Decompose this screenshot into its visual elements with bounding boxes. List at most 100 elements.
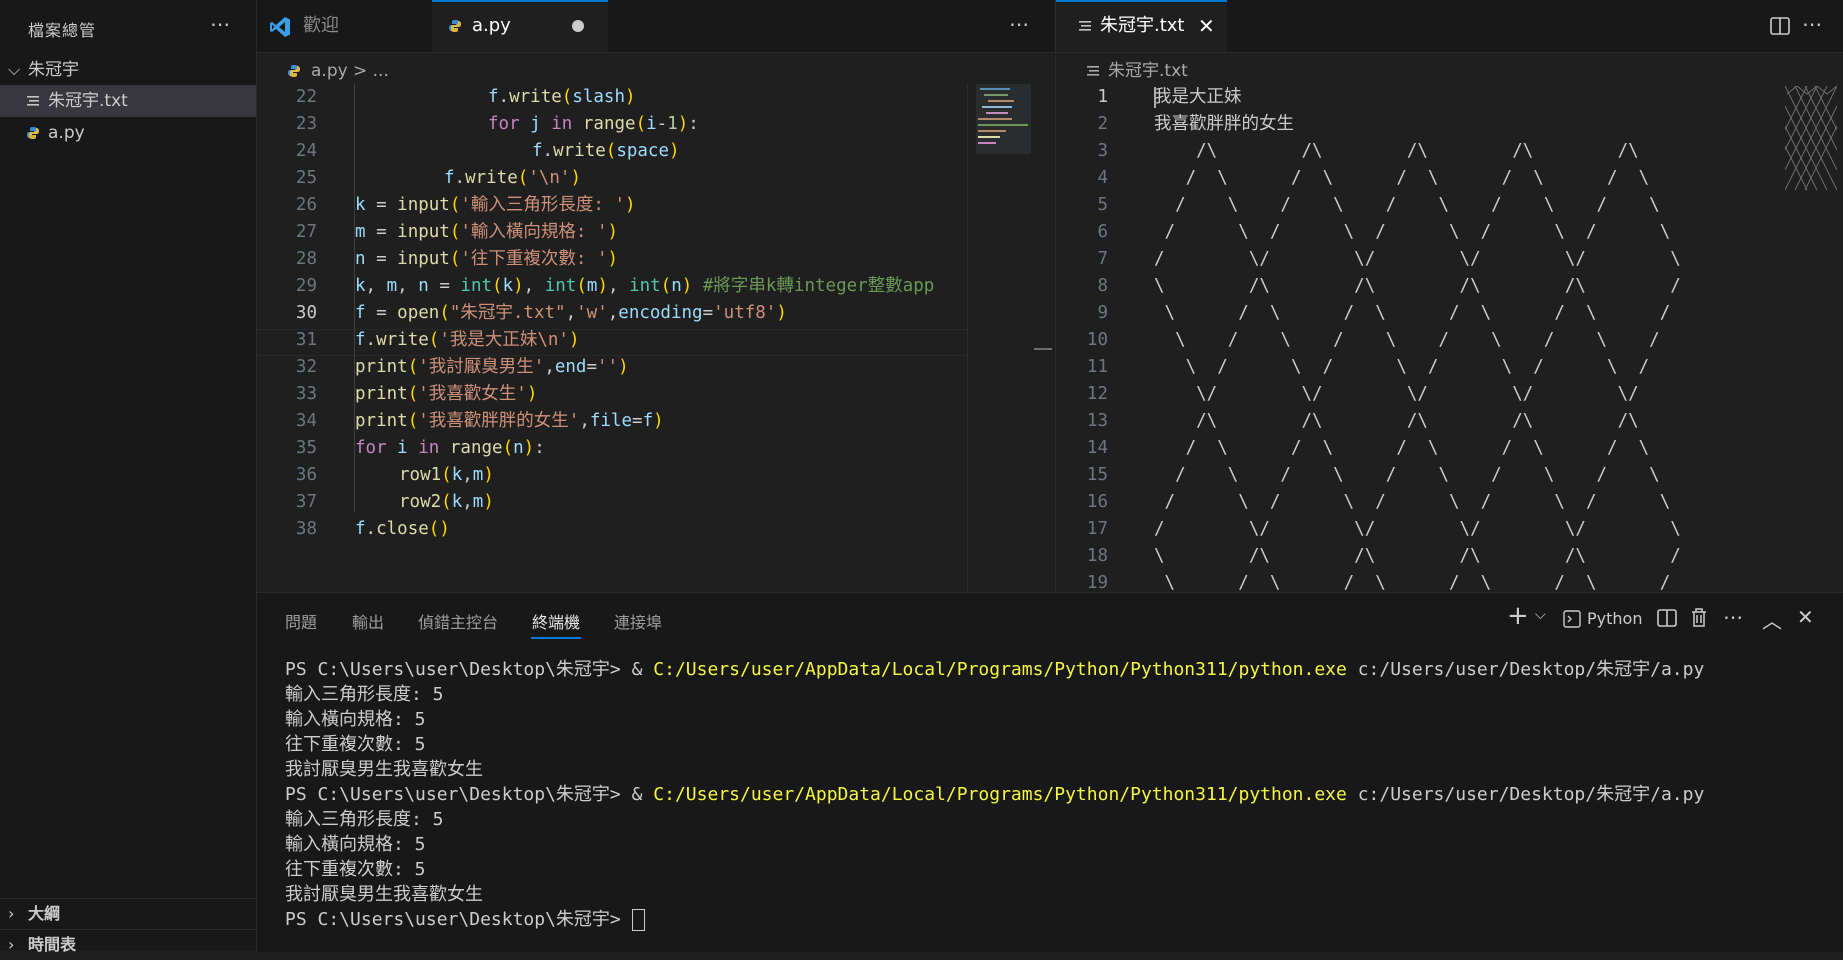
line-number: 4 [1097, 168, 1108, 188]
line-number: 8 [1097, 276, 1108, 296]
editor-group-left: 歡迎 a.py ⋯ a.py > ... 22 f.write(slash) 23… [257, 0, 1054, 592]
trash-icon[interactable] [1691, 608, 1707, 627]
line-content: 我喜歡胖胖的女生 [1154, 114, 1294, 134]
line-content: / \ / \ / \ / \ / \ [1154, 465, 1660, 485]
line-number: 15 [1086, 465, 1108, 485]
line-number: 13 [1086, 411, 1108, 431]
terminal-output[interactable]: PS C:\Users\user\Desktop\朱冠宇> & C:/Users… [257, 657, 1843, 947]
code-editor[interactable]: 22 f.write(slash) 23 for j in range(i-1): … [257, 84, 967, 592]
terminal-line: 我討厭臭男生我喜歡女生 [285, 884, 483, 905]
unsaved-dot-icon[interactable] [572, 20, 584, 32]
section-label: 大綱 [28, 904, 61, 923]
line-content: / \ / \ / \ / \ / \ [1154, 492, 1671, 512]
minimap[interactable] [967, 84, 1054, 592]
section-label: 時間表 [28, 935, 77, 954]
terminal-line: 我討厭臭男生我喜歡女生 [285, 759, 483, 780]
tab-bar-left: 歡迎 a.py ⋯ [257, 0, 1054, 53]
tab-label: a.py [472, 15, 511, 36]
terminal-line: 往下重複次數: 5 [285, 734, 426, 755]
explorer-title: 檔案總管 [28, 21, 97, 40]
line-number: 11 [1086, 357, 1108, 377]
file-item-txt[interactable]: 朱冠宇.txt [0, 85, 256, 117]
line-number: 19 [1086, 573, 1108, 592]
line-number: 3 [1097, 141, 1108, 161]
terminal-line: PS C:\Users\user\Desktop\朱冠宇> & C:/Users… [285, 659, 1705, 680]
close-icon[interactable]: ✕ [1198, 2, 1215, 50]
minimap-right[interactable] [1771, 84, 1843, 592]
maximize-panel-icon[interactable]: ︿ [1762, 605, 1782, 634]
line-content: \/ \/ \/ \/ \/ [1154, 384, 1639, 404]
more-actions-icon[interactable]: ⋯ [1723, 605, 1743, 629]
bottom-panel: 問題 輸出 偵錯主控台 終端機 連接埠 + ⌵ Python ⋯ ︿ ✕ PS … [257, 592, 1843, 952]
line-number: 2 [1097, 114, 1108, 134]
more-actions-icon[interactable]: ⋯ [1802, 12, 1822, 36]
line-content: \ /\ /\ /\ /\ / [1154, 276, 1681, 296]
minimap-pattern [1785, 86, 1837, 191]
line-number: 9 [1097, 303, 1108, 323]
panel-tab-problems[interactable]: 問題 [285, 609, 317, 633]
terminal-line: PS C:\Users\user\Desktop\朱冠宇> [285, 907, 645, 932]
line-number: 6 [1097, 222, 1108, 242]
line-number: 17 [1086, 519, 1108, 539]
python-file-icon [27, 127, 39, 139]
python-file-icon [449, 20, 461, 32]
line-number: 5 [1097, 195, 1108, 215]
folder-label: 朱冠宇 [28, 60, 79, 80]
tab-label: 朱冠宇.txt [1100, 15, 1185, 36]
file-label: a.py [48, 123, 85, 143]
line-content: \ / \ / \ / \ / \ / [1154, 573, 1671, 592]
terminal-line: 輸入橫向規格: 5 [285, 834, 426, 855]
panel-tab-ports[interactable]: 連接埠 [614, 609, 662, 633]
line-content: / \ / \ / \ / \ / \ [1154, 195, 1660, 215]
add-terminal-icon[interactable]: + [1507, 601, 1529, 631]
more-actions-icon[interactable]: ⋯ [1009, 12, 1029, 36]
vscode-icon [270, 17, 290, 37]
shell-label[interactable]: Python [1587, 609, 1642, 628]
python-file-icon [288, 65, 300, 77]
split-terminal-icon[interactable] [1657, 609, 1677, 627]
chevron-down-icon[interactable]: ⌵ [1535, 607, 1546, 623]
split-editor-icon[interactable] [1770, 17, 1790, 35]
chevron-down-icon: ⌵ [8, 60, 21, 79]
text-file-icon [27, 96, 39, 106]
outline-section[interactable]: › 大綱 [0, 898, 256, 929]
file-label: 朱冠宇.txt [48, 91, 128, 111]
line-number: 12 [1086, 384, 1108, 404]
line-content: / \/ \/ \/ \/ \ [1154, 249, 1681, 269]
more-actions-icon[interactable]: ⋯ [210, 12, 230, 36]
line-number: 16 [1086, 492, 1108, 512]
line-number: 7 [1097, 249, 1108, 269]
terminal-line: PS C:\Users\user\Desktop\朱冠宇> & C:/Users… [285, 784, 1705, 805]
active-tab-underline [531, 637, 581, 639]
line-content: / \/ \/ \/ \/ \ [1154, 519, 1681, 539]
line-number: 14 [1086, 438, 1108, 458]
line-content: \ / \ / \ / \ / \ / [1154, 357, 1650, 377]
terminal-icon [1563, 610, 1581, 628]
folder-row[interactable]: ⌵ 朱冠宇 [0, 54, 256, 86]
file-item-py[interactable]: a.py [0, 117, 256, 149]
text-file-icon [1079, 21, 1091, 31]
text-file-icon [1087, 66, 1099, 76]
panel-tab-output[interactable]: 輸出 [352, 609, 384, 633]
line-number: 18 [1086, 546, 1108, 566]
tab-bar-right: 朱冠宇.txt ✕ ⋯ [1056, 0, 1843, 53]
line-content: / \ / \ / \ / \ / \ [1154, 168, 1650, 188]
terminal-line: 往下重複次數: 5 [285, 859, 426, 880]
panel-tab-terminal[interactable]: 終端機 [532, 609, 580, 633]
terminal-cursor [631, 909, 645, 931]
explorer-sidebar: 檔案總管 ⋯ ⌵ 朱冠宇 朱冠宇.txt a.py › 大綱 › 時間表 [0, 0, 257, 954]
tab-a-py[interactable]: a.py [432, 0, 608, 52]
line-content: \ /\ /\ /\ /\ / [1154, 546, 1681, 566]
line-content: \ / \ / \ / \ / \ / [1154, 330, 1660, 350]
timeline-section[interactable]: › 時間表 [0, 929, 256, 960]
close-panel-icon[interactable]: ✕ [1797, 605, 1814, 629]
tab-txt[interactable]: 朱冠宇.txt ✕ [1056, 0, 1227, 52]
tab-welcome[interactable]: 歡迎 [257, 0, 431, 52]
terminal-line: 輸入橫向規格: 5 [285, 709, 426, 730]
line-content: \ / \ / \ / \ / \ / [1154, 303, 1671, 323]
text-editor[interactable]: 1 我是大正妹 2 我喜歡胖胖的女生 3 /\ /\ /\ /\ /\ 4 / \ / \… [1056, 84, 1766, 592]
tab-label: 歡迎 [303, 15, 339, 36]
panel-tab-debug-console[interactable]: 偵錯主控台 [418, 609, 498, 633]
chevron-right-icon: › [8, 935, 15, 954]
terminal-line: 輸入三角形長度: 5 [285, 809, 444, 830]
